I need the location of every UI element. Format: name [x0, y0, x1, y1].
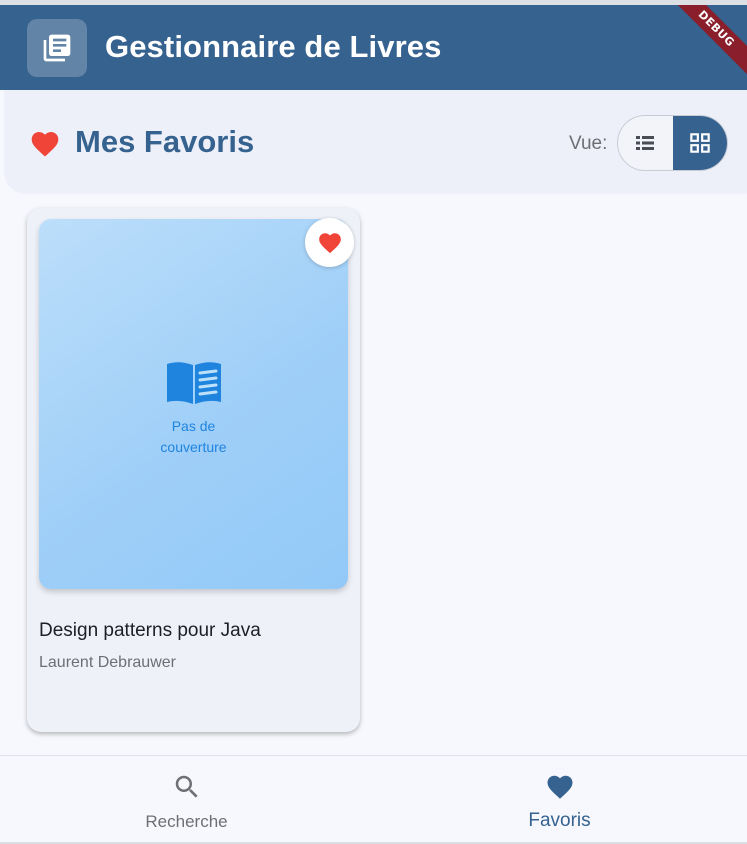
- view-label: Vue:: [569, 133, 608, 154]
- list-view-icon: [636, 136, 655, 150]
- open-book-icon: [167, 362, 221, 404]
- book-author: Laurent Debrauwer: [39, 654, 176, 671]
- bottom-navigation: Recherche Favoris: [0, 755, 747, 842]
- heart-icon: [318, 232, 341, 253]
- view-toggle: [617, 115, 728, 171]
- library-books-icon: [27, 19, 87, 77]
- debug-banner: DEBUG: [662, 5, 747, 83]
- list-view-button[interactable]: [618, 116, 673, 170]
- book-card[interactable]: Pas de couverture Design patterns pour J…: [27, 208, 360, 732]
- book-cover-placeholder: Pas de couverture: [39, 219, 348, 589]
- nav-label-recherche: Recherche: [145, 812, 228, 831]
- app-bar: Gestionnaire de Livres DEBUG: [0, 5, 747, 90]
- favorites-header: Mes Favoris Vue:: [4, 90, 747, 194]
- grid-view-button[interactable]: [672, 116, 727, 170]
- no-cover-text: Pas de couverture: [160, 418, 227, 455]
- book-title: Design patterns pour Java: [39, 620, 261, 641]
- heart-icon: [547, 775, 572, 799]
- search-icon: [175, 775, 198, 798]
- page-title: Mes Favoris: [75, 124, 255, 159]
- nav-item-recherche[interactable]: Recherche: [0, 756, 373, 842]
- app-title: Gestionnaire de Livres: [105, 29, 442, 64]
- grid-view-icon: [690, 133, 710, 153]
- favorite-toggle-button[interactable]: [305, 218, 354, 267]
- nav-item-favoris[interactable]: Favoris: [373, 756, 746, 842]
- nav-label-favoris: Favoris: [528, 810, 591, 831]
- app-window: Gestionnaire de Livres DEBUG Mes Favoris…: [0, 5, 747, 842]
- heart-icon: [31, 132, 59, 157]
